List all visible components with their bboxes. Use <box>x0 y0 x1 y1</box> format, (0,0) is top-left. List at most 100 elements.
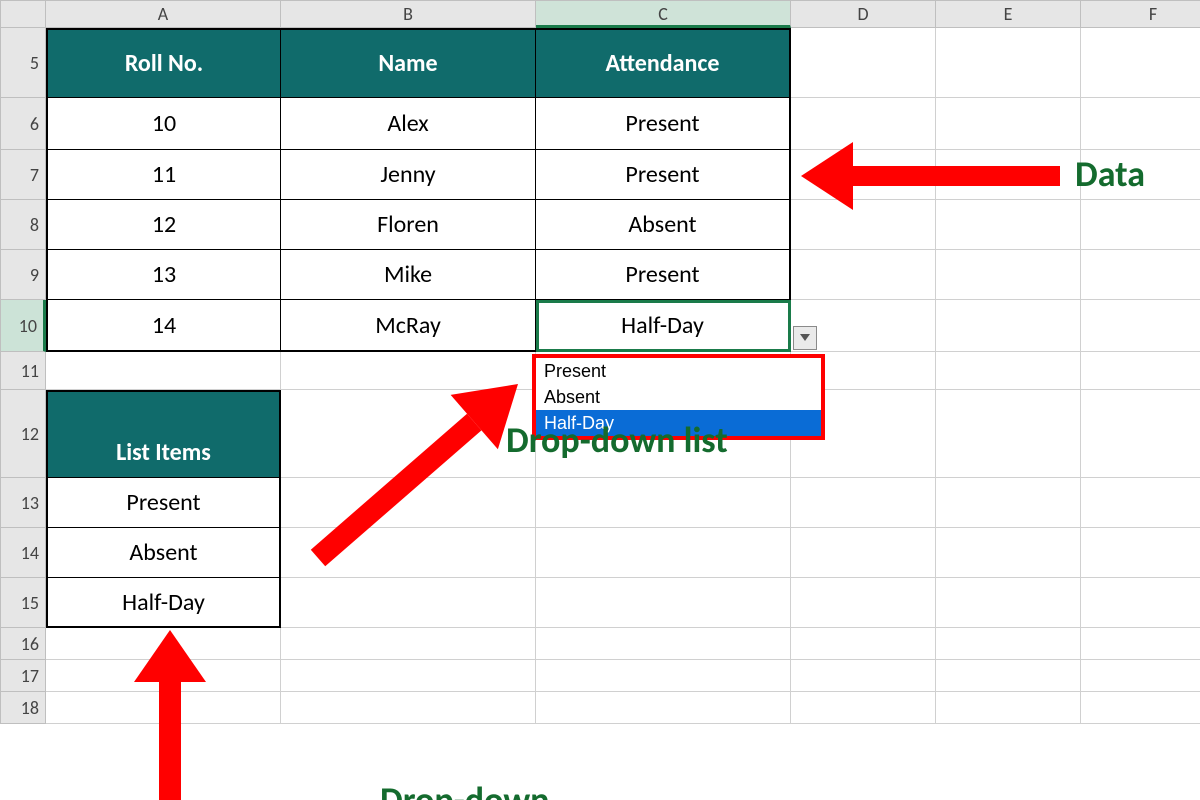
cell-F6[interactable] <box>1081 98 1200 150</box>
cell-D15[interactable] <box>791 578 936 628</box>
cell-C14[interactable] <box>536 528 791 578</box>
cell-A9[interactable]: 13 <box>46 250 281 300</box>
row-header-17[interactable]: 17 <box>0 660 46 692</box>
cell-E8[interactable] <box>936 200 1081 250</box>
cell-D8[interactable] <box>791 200 936 250</box>
cell-D5[interactable] <box>791 28 936 98</box>
cell-C7[interactable]: Present <box>536 150 791 200</box>
col-header-D[interactable]: D <box>791 0 936 28</box>
row-header-18[interactable]: 18 <box>0 692 46 724</box>
cell-B14[interactable] <box>281 528 536 578</box>
cell-D13[interactable] <box>791 478 936 528</box>
cell-E16[interactable] <box>936 628 1081 660</box>
cell-F11[interactable] <box>1081 352 1200 390</box>
cell-E9[interactable] <box>936 250 1081 300</box>
cell-A15[interactable]: Half-Day <box>46 578 281 628</box>
cell-B10[interactable]: McRay <box>281 300 536 352</box>
cell-F9[interactable] <box>1081 250 1200 300</box>
dropdown-option[interactable]: Absent <box>536 384 821 410</box>
col-header-C[interactable]: C <box>536 0 791 28</box>
dropdown-button[interactable] <box>793 326 817 350</box>
row-header-8[interactable]: 8 <box>0 200 46 250</box>
cell-E11[interactable] <box>936 352 1081 390</box>
cell-B18[interactable] <box>281 692 536 724</box>
cell-E14[interactable] <box>936 528 1081 578</box>
cell-A18[interactable] <box>46 692 281 724</box>
cell-F15[interactable] <box>1081 578 1200 628</box>
row-header-5[interactable]: 5 <box>0 28 46 98</box>
cell-F13[interactable] <box>1081 478 1200 528</box>
cell-A8[interactable]: 12 <box>46 200 281 250</box>
cell-D14[interactable] <box>791 528 936 578</box>
cell-B15[interactable] <box>281 578 536 628</box>
cell-A7[interactable]: 11 <box>46 150 281 200</box>
cell-E15[interactable] <box>936 578 1081 628</box>
cell-C18[interactable] <box>536 692 791 724</box>
cell-D9[interactable] <box>791 250 936 300</box>
cell-E13[interactable] <box>936 478 1081 528</box>
cell-E10[interactable] <box>936 300 1081 352</box>
cell-E7[interactable] <box>936 150 1081 200</box>
cell-F8[interactable] <box>1081 200 1200 250</box>
cell-D17[interactable] <box>791 660 936 692</box>
cell-B16[interactable] <box>281 628 536 660</box>
cell-F18[interactable] <box>1081 692 1200 724</box>
cell-D6[interactable] <box>791 98 936 150</box>
row-header-11[interactable]: 11 <box>0 352 46 390</box>
cell-B12[interactable] <box>281 390 536 478</box>
col-header-F[interactable]: F <box>1081 0 1200 28</box>
cell-F10[interactable] <box>1081 300 1200 352</box>
cell-D16[interactable] <box>791 628 936 660</box>
cell-A10[interactable]: 14 <box>46 300 281 352</box>
cell-A11[interactable] <box>46 352 281 390</box>
cell-C16[interactable] <box>536 628 791 660</box>
cell-E17[interactable] <box>936 660 1081 692</box>
cell-A17[interactable] <box>46 660 281 692</box>
cell-D18[interactable] <box>791 692 936 724</box>
col-header-A[interactable]: A <box>46 0 281 28</box>
cell-C5[interactable]: Attendance <box>536 28 791 98</box>
row-header-14[interactable]: 14 <box>0 528 46 578</box>
cell-B11[interactable] <box>281 352 536 390</box>
cell-C10[interactable]: Half-Day <box>536 300 791 352</box>
cell-B9[interactable]: Mike <box>281 250 536 300</box>
cell-B5[interactable]: Name <box>281 28 536 98</box>
cell-E12[interactable] <box>936 390 1081 478</box>
row-header-9[interactable]: 9 <box>0 250 46 300</box>
col-header-B[interactable]: B <box>281 0 536 28</box>
cell-B6[interactable]: Alex <box>281 98 536 150</box>
cell-B7[interactable]: Jenny <box>281 150 536 200</box>
select-all-corner[interactable] <box>0 0 46 28</box>
cell-C9[interactable]: Present <box>536 250 791 300</box>
row-header-10[interactable]: 10 <box>0 300 46 352</box>
cell-E5[interactable] <box>936 28 1081 98</box>
cell-C13[interactable] <box>536 478 791 528</box>
col-header-E[interactable]: E <box>936 0 1081 28</box>
cell-A16[interactable] <box>46 628 281 660</box>
cell-C17[interactable] <box>536 660 791 692</box>
cell-E6[interactable] <box>936 98 1081 150</box>
cell-A14[interactable]: Absent <box>46 528 281 578</box>
cell-D7[interactable] <box>791 150 936 200</box>
row-header-7[interactable]: 7 <box>0 150 46 200</box>
cell-C15[interactable] <box>536 578 791 628</box>
row-header-13[interactable]: 13 <box>0 478 46 528</box>
cell-B17[interactable] <box>281 660 536 692</box>
cell-A5[interactable]: Roll No. <box>46 28 281 98</box>
row-header-16[interactable]: 16 <box>0 628 46 660</box>
cell-F17[interactable] <box>1081 660 1200 692</box>
cell-A12[interactable]: List Items <box>46 390 281 478</box>
cell-B13[interactable] <box>281 478 536 528</box>
cell-B8[interactable]: Floren <box>281 200 536 250</box>
row-header-15[interactable]: 15 <box>0 578 46 628</box>
cell-F14[interactable] <box>1081 528 1200 578</box>
cell-A6[interactable]: 10 <box>46 98 281 150</box>
cell-A13[interactable]: Present <box>46 478 281 528</box>
cell-F16[interactable] <box>1081 628 1200 660</box>
cell-E18[interactable] <box>936 692 1081 724</box>
dropdown-option[interactable]: Present <box>536 358 821 384</box>
row-header-6[interactable]: 6 <box>0 98 46 150</box>
cell-C6[interactable]: Present <box>536 98 791 150</box>
row-header-12[interactable]: 12 <box>0 390 46 478</box>
cell-C8[interactable]: Absent <box>536 200 791 250</box>
